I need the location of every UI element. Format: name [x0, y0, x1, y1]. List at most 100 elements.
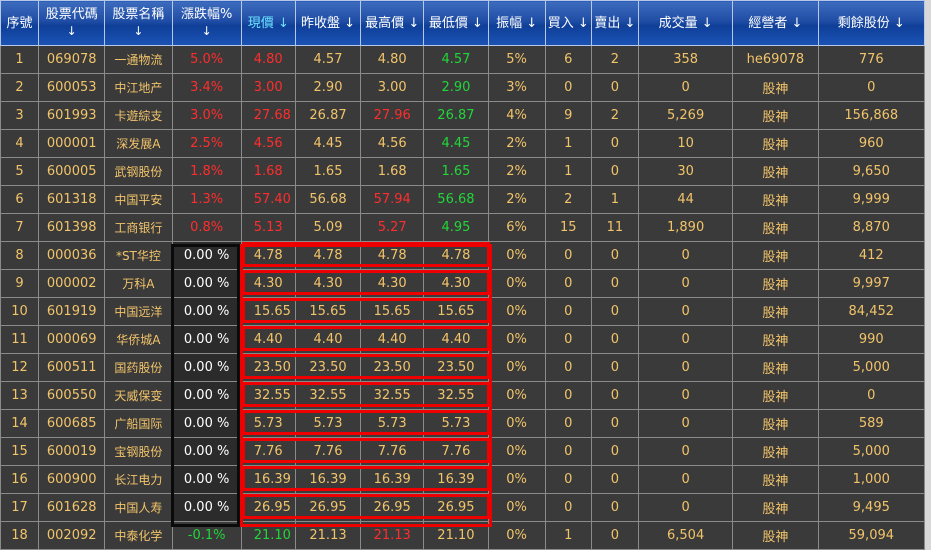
stock-name-value: 中国平安: [114, 193, 163, 207]
row-index-cell: 7: [0, 213, 40, 242]
prev-close-cell: 5.73: [294, 409, 362, 438]
current-price-cell: 4.78: [240, 241, 296, 270]
buy-count-cell: 15: [544, 213, 592, 242]
volume-value: 0: [681, 388, 690, 403]
low-price-cell: 1.65: [423, 157, 489, 186]
volume-cell: 10: [637, 129, 734, 158]
col-header-low[interactable]: 最低價 ↓: [423, 0, 489, 46]
change-percent-value: 1.8%: [190, 164, 224, 179]
low-price-value: 32.55: [437, 388, 475, 403]
stock-code-cell: 601628: [38, 493, 106, 522]
row-index-value: 10: [11, 304, 28, 319]
col-header-high[interactable]: 最高價 ↓: [360, 0, 425, 46]
table-row[interactable]: 3 601993 卡遊綜支 3.0% 27.68 26.87 27.96 26.87 4% 9 2 5…: [0, 101, 926, 130]
table-row[interactable]: 5 600005 武钢股份 1.8% 1.68 1.65 1.68 1.65 2% 1 0 30 股神 9…: [0, 157, 926, 186]
current-price-cell: 4.56: [240, 129, 296, 158]
remaining-shares-cell: 9,997: [817, 269, 926, 298]
high-price-value: 4.80: [377, 52, 407, 67]
table-row[interactable]: 12 600511 国药股份 0.00 % 23.50 23.50 23.50 23.50 0%…: [0, 353, 926, 382]
buy-count-cell: 0: [544, 409, 592, 438]
table-row[interactable]: 13 600550 天威保变 0.00 % 32.55 32.55 32.55 32.55 0%…: [0, 381, 926, 410]
table-row[interactable]: 14 600685 广船国际 0.00 % 5.73 5.73 5.73 5.73 0% 0 0 0 股…: [0, 409, 926, 438]
table-row[interactable]: 10 601919 中国远洋 0.00 % 15.65 15.65 15.65 15.65 0%…: [0, 297, 926, 326]
col-header-change[interactable]: 漲跌幅% ↓: [171, 0, 242, 46]
col-header-name[interactable]: 股票名稱 ↓: [104, 0, 173, 46]
table-row[interactable]: 15 600019 宝钢股份 0.00 % 7.76 7.76 7.76 7.76 0% 0 0 0 股…: [0, 437, 926, 466]
table-row[interactable]: 8 000036 *ST华控 0.00 % 4.78 4.78 4.78 4.78 0% 0 0 0 股…: [0, 241, 926, 270]
high-price-value: 3.00: [377, 80, 407, 95]
high-price-value: 27.96: [373, 108, 411, 123]
prev-close-value: 26.95: [309, 500, 347, 515]
change-percent-value: -0.1%: [187, 528, 226, 543]
stock-code-cell: 069078: [38, 45, 106, 74]
buy-count-cell: 0: [544, 465, 592, 494]
current-price-cell: 32.55: [240, 381, 296, 410]
remaining-shares-value: 84,452: [848, 304, 895, 319]
col-header-index[interactable]: 序號: [0, 0, 40, 46]
prev-close-cell: 2.90: [294, 73, 362, 102]
trader-cell: 股神: [732, 269, 819, 298]
low-price-value: 4.95: [441, 220, 471, 235]
stock-name-cell: 国药股份: [104, 353, 173, 382]
col-header-amplitude[interactable]: 振幅 ↓: [487, 0, 546, 46]
high-price-value: 57.94: [373, 192, 411, 207]
table-row[interactable]: 2 600053 中江地产 3.4% 3.00 2.90 3.00 2.90 3% 0 0 0 股神 0: [0, 73, 926, 102]
trader-cell: 股神: [732, 353, 819, 382]
high-price-cell: 3.00: [360, 73, 425, 102]
col-header-trader[interactable]: 經營者 ↓: [732, 0, 819, 46]
table-row[interactable]: 7 601398 工商银行 0.8% 5.13 5.09 5.27 4.95 6% 15 11 1,8…: [0, 213, 926, 242]
prev-close-value: 4.45: [313, 136, 343, 151]
change-percent-cell: 0.00 %: [171, 269, 242, 298]
trader-value: 股神: [762, 278, 789, 293]
low-price-cell: 26.95: [423, 493, 489, 522]
prev-close-value: 15.65: [309, 304, 347, 319]
remaining-shares-value: 9,650: [852, 164, 890, 179]
remaining-shares-value: 960: [858, 136, 884, 151]
col-header-current-price[interactable]: 現價 ↓: [240, 0, 296, 46]
high-price-cell: 4.40: [360, 325, 425, 354]
table-row[interactable]: 1 069078 一通物流 5.0% 4.80 4.57 4.80 4.57 5% 6 2 358 he…: [0, 45, 926, 74]
col-header-amplitude-label: 振幅: [496, 15, 523, 31]
trader-cell: 股神: [732, 437, 819, 466]
remaining-shares-cell: 9,650: [817, 157, 926, 186]
stock-code-value: 601993: [46, 108, 97, 123]
col-header-prev-close-label: 昨收盤: [300, 15, 340, 31]
table-row[interactable]: 11 000069 华侨城A 0.00 % 4.40 4.40 4.40 4.40 0% 0 0 0 股…: [0, 325, 926, 354]
sell-count-value: 0: [610, 332, 620, 347]
table-row[interactable]: 9 000002 万科A 0.00 % 4.30 4.30 4.30 4.30 0% 0 0 0 股神 9…: [0, 269, 926, 298]
table-row[interactable]: 4 000001 深发展A 2.5% 4.56 4.45 4.56 4.45 2% 1 0 10 股神 9…: [0, 129, 926, 158]
high-price-value: 5.73: [377, 416, 407, 431]
col-header-prev-close[interactable]: 昨收盤 ↓: [294, 0, 362, 46]
col-header-volume[interactable]: 成交量 ↓: [637, 0, 734, 46]
current-price-value: 3.00: [253, 80, 283, 95]
high-price-value: 23.50: [373, 360, 411, 375]
col-header-buy[interactable]: 買入 ↓: [544, 0, 592, 46]
col-header-name-label: 股票名稱: [112, 7, 165, 22]
stock-code-value: 600511: [46, 360, 97, 375]
sell-count-cell: 0: [590, 437, 639, 466]
table-row[interactable]: 6 601318 中国平安 1.3% 57.40 56.68 57.94 56.68 2% 2 1 4…: [0, 185, 926, 214]
table-row[interactable]: 18 002092 中泰化学 -0.1% 21.10 21.13 21.13 21.10 0% 1…: [0, 521, 926, 550]
trader-value: 股神: [762, 138, 789, 153]
sell-count-cell: 0: [590, 269, 639, 298]
prev-close-value: 32.55: [309, 388, 347, 403]
table-row[interactable]: 17 601628 中国人寿 0.00 % 26.95 26.95 26.95 26.95 0%…: [0, 493, 926, 522]
col-header-sell[interactable]: 賣出 ↓: [590, 0, 639, 46]
high-price-value: 4.40: [377, 332, 407, 347]
volume-value: 0: [681, 248, 690, 263]
prev-close-value: 56.68: [309, 192, 347, 207]
buy-count-cell: 6: [544, 45, 592, 74]
col-header-remaining-shares[interactable]: 剩餘股份 ↓: [817, 0, 926, 46]
low-price-cell: 4.40: [423, 325, 489, 354]
row-index-cell: 3: [0, 101, 40, 130]
high-price-cell: 16.39: [360, 465, 425, 494]
row-index-cell: 15: [0, 437, 40, 466]
table-row[interactable]: 16 600900 长江电力 0.00 % 16.39 16.39 16.39 16.39 0%…: [0, 465, 926, 494]
prev-close-cell: 26.95: [294, 493, 362, 522]
current-price-cell: 7.76: [240, 437, 296, 466]
change-percent-value: 0.00 %: [183, 444, 230, 459]
col-header-code[interactable]: 股票代碼 ↓: [38, 0, 106, 46]
stock-name-cell: 中泰化学: [104, 521, 173, 550]
buy-count-cell: 2: [544, 185, 592, 214]
low-price-value: 5.73: [441, 416, 471, 431]
